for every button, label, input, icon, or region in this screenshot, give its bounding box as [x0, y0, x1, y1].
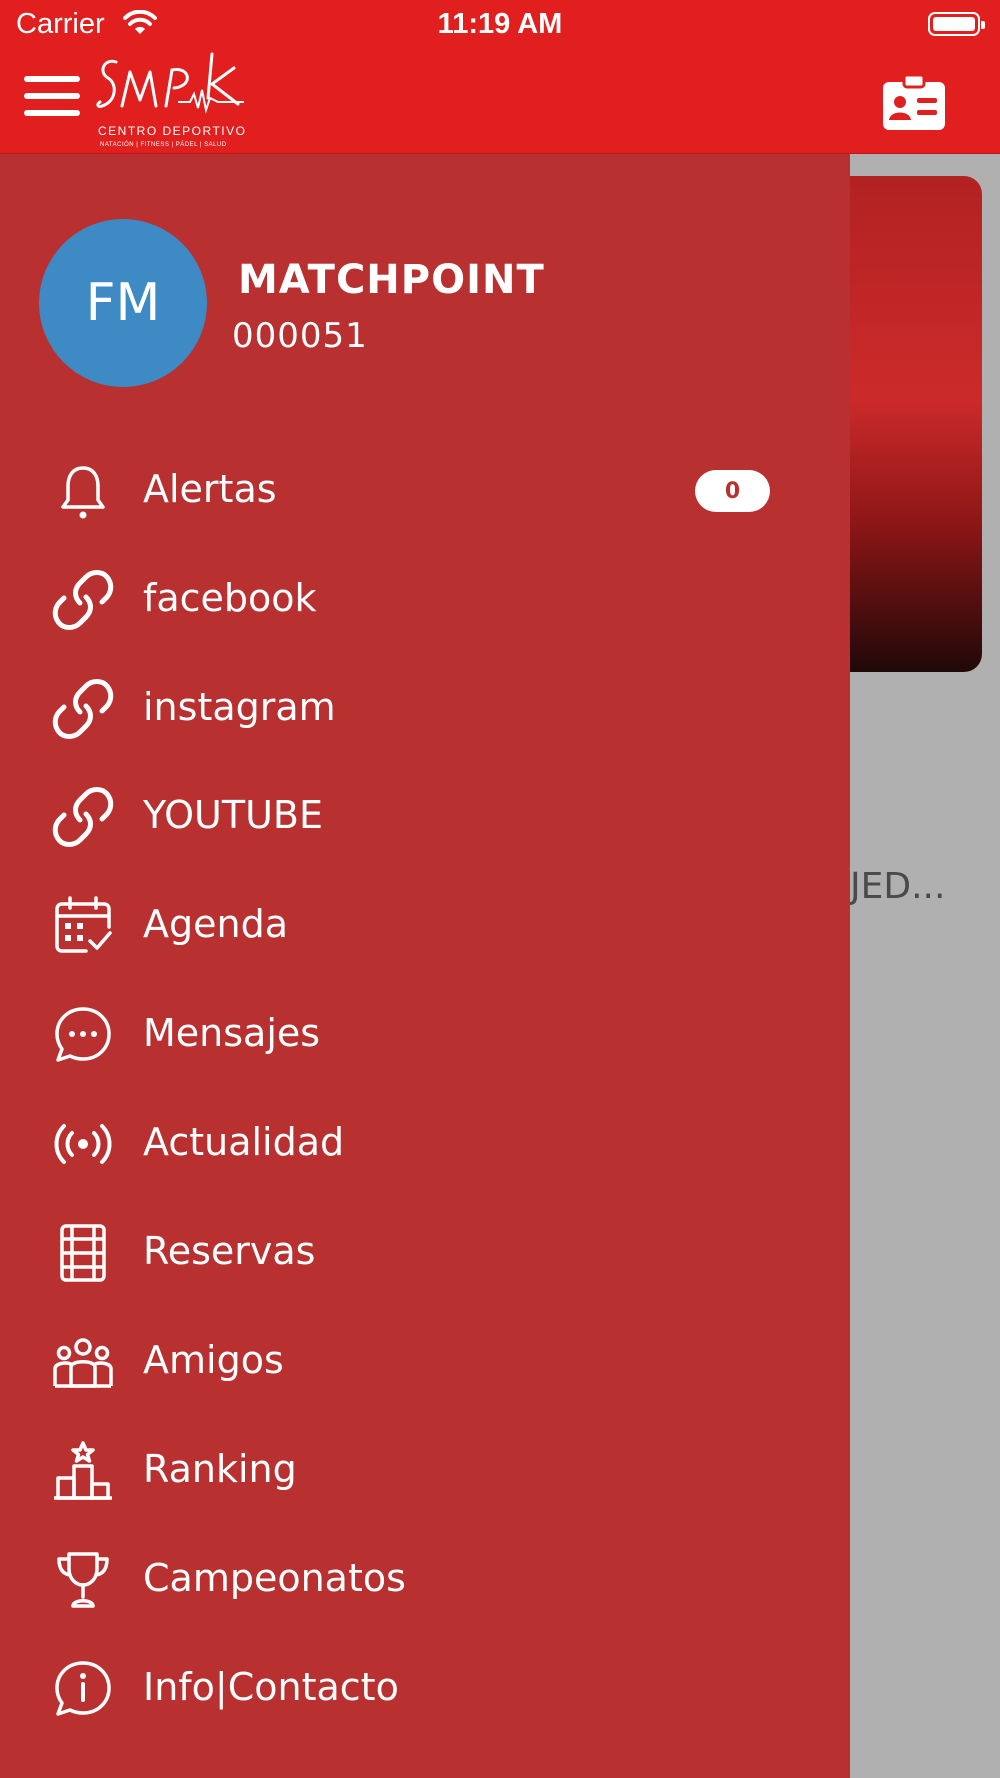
- menu-label: Amigos: [143, 1338, 284, 1382]
- info-chat-icon: [55, 1661, 111, 1716]
- status-time: 11:19 AM: [437, 8, 563, 40]
- menu-item-actualidad[interactable]: Actualidad: [0, 1091, 850, 1191]
- menu-item-youtube[interactable]: YOUTUBE: [0, 764, 850, 864]
- menu-item-reservas[interactable]: Reservas: [0, 1200, 850, 1300]
- menu-label: Mensajes: [143, 1011, 321, 1055]
- menu-item-ranking[interactable]: Ranking: [0, 1418, 850, 1518]
- menu-label: Info|Contacto: [143, 1665, 399, 1709]
- profile-code: 000051: [232, 316, 368, 356]
- menu-item-agenda[interactable]: Agenda: [0, 873, 850, 973]
- logo-tagline: NATACIÓN | FITNESS | PÁDEL | SALUD: [100, 142, 227, 148]
- menu-item-amigos[interactable]: Amigos: [0, 1309, 850, 1409]
- calendar-icon: [55, 896, 112, 953]
- podium-icon: [54, 1441, 112, 1500]
- menu-label: Actualidad: [143, 1120, 345, 1164]
- bell-icon: [61, 466, 105, 519]
- menu-label: facebook: [143, 576, 317, 620]
- menu-label: Alertas: [143, 467, 277, 511]
- logo-script: [96, 52, 244, 114]
- id-card-icon[interactable]: [880, 72, 948, 134]
- menu-item-campeonatos[interactable]: Campeonatos: [0, 1527, 850, 1627]
- menu-label: YOUTUBE: [143, 793, 323, 837]
- menu-item-facebook[interactable]: facebook: [0, 547, 850, 647]
- court-icon: [60, 1224, 106, 1282]
- link-icon: [52, 679, 114, 739]
- menu-label: Reservas: [143, 1229, 316, 1273]
- menu-toggle-button[interactable]: [24, 74, 80, 118]
- menu-item-info-contacto[interactable]: Info|Contacto: [0, 1636, 850, 1736]
- link-icon: [52, 570, 114, 630]
- club-logo: CENTRO DEPORTIVO NATACIÓN | FITNESS | PÁ…: [94, 50, 264, 150]
- friends-icon: [53, 1338, 113, 1388]
- avatar[interactable]: FM: [39, 219, 207, 387]
- menu-label: Ranking: [143, 1447, 297, 1491]
- menu-label: Agenda: [143, 902, 288, 946]
- menu-item-instagram[interactable]: instagram: [0, 656, 850, 756]
- battery-icon: [928, 12, 985, 36]
- menu-item-mensajes[interactable]: Mensajes: [0, 982, 850, 1082]
- alert-count-badge: 0: [695, 470, 770, 512]
- menu-label: instagram: [143, 685, 336, 729]
- status-bar: Carrier 11:19 AM: [0, 0, 1000, 50]
- logo-subtitle: CENTRO DEPORTIVO: [98, 124, 247, 138]
- profile-name: MATCHPOINT: [238, 257, 545, 303]
- trophy-icon: [57, 1552, 109, 1608]
- background-text: JED...: [850, 866, 946, 907]
- menu-label: Campeonatos: [143, 1556, 406, 1600]
- broadcast-icon: [54, 1124, 112, 1164]
- app-header: Carrier 11:19 AM CENTRO DEPORTIVO NATACI…: [0, 0, 1000, 154]
- link-icon: [52, 787, 114, 847]
- chat-icon: [55, 1007, 111, 1062]
- menu-item-alertas[interactable]: Alertas 0: [0, 438, 850, 538]
